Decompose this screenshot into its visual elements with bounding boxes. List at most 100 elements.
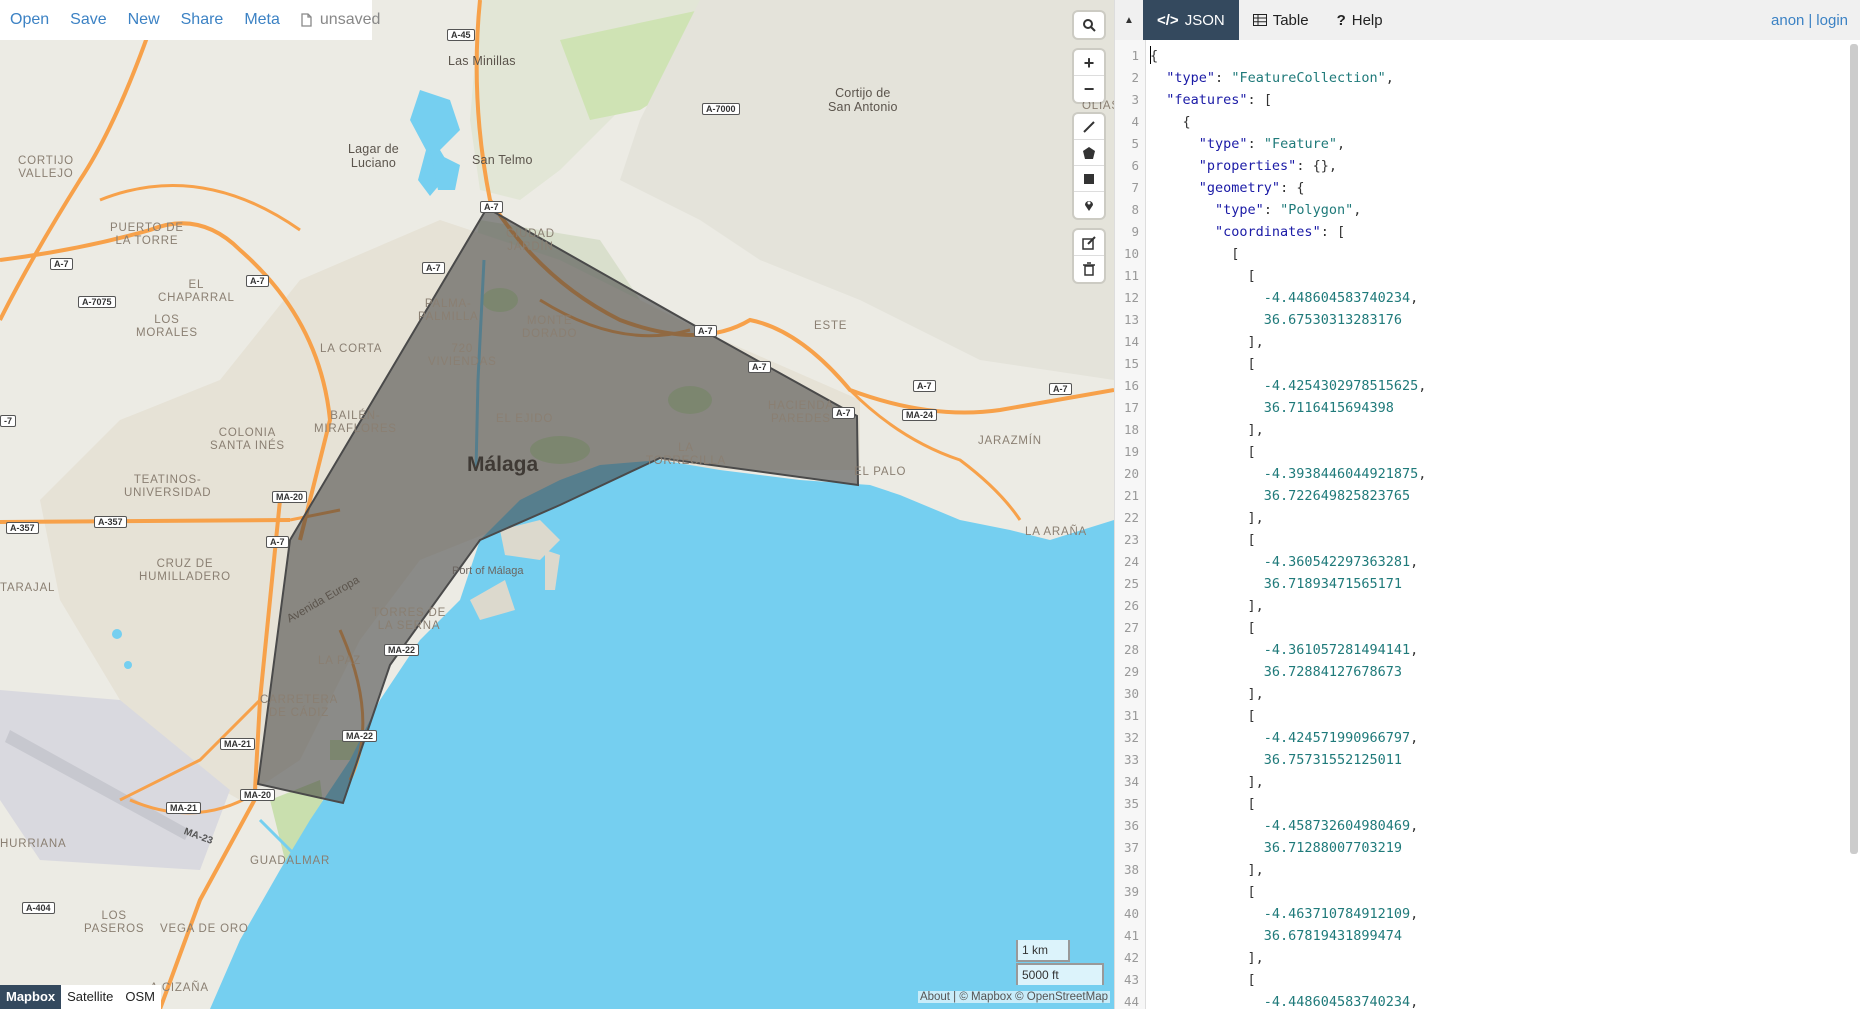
line-number: 37 [1123, 840, 1139, 855]
edit-layers-button[interactable] [1074, 230, 1104, 256]
label-port: Port of Málaga [452, 565, 524, 577]
line-number: 4 [1131, 114, 1139, 129]
road-shield: A-7 [246, 275, 269, 287]
code-line: "type": "Feature", [1198, 136, 1346, 152]
tab-json-label: JSON [1184, 11, 1225, 29]
line-number: 17 [1123, 400, 1139, 415]
line-number: 41 [1123, 928, 1139, 943]
code-line: -4.4254302978515625, [1263, 378, 1427, 394]
line-number: 14 [1123, 334, 1139, 349]
road-shield: MA-20 [240, 789, 276, 801]
road-shield: MA-24 [902, 409, 938, 421]
line-number: 43 [1123, 972, 1139, 987]
map-attribution[interactable]: About | © Mapbox © OpenStreetMap [917, 991, 1110, 1003]
tab-table[interactable]: Table [1239, 0, 1323, 40]
anon-link[interactable]: anon [1771, 12, 1804, 29]
road-shield: MA-21 [220, 738, 256, 750]
code-line: -4.448604583740234, [1263, 994, 1419, 1009]
line-number: 26 [1123, 598, 1139, 613]
zoom-in-icon: + [1083, 52, 1095, 73]
line-number: 15 [1123, 356, 1139, 371]
road-shield: A-7 [832, 407, 855, 419]
share-button[interactable]: Share [181, 11, 224, 29]
zoom-in-button[interactable]: + [1074, 50, 1104, 76]
json-editor[interactable]: 1 2 3 4 5 6 7 8 9 10 11 12 13 14 15 16 17 18 19 20 21 22 23 24 2… [1115, 40, 1860, 1009]
layer-switcher: Mapbox Satellite OSM [0, 985, 161, 1009]
line-number: 10 [1123, 246, 1139, 261]
code-line: ], [1150, 774, 1264, 790]
code-area[interactable]: { "type": "FeatureCollection", "features… [1146, 40, 1860, 1009]
draw-polygon-button[interactable] [1074, 140, 1104, 166]
code-line: "type": "Polygon", [1215, 202, 1362, 218]
code-line: "features": [ [1166, 92, 1272, 108]
label-el-chaparral: EL CHAPARRAL [158, 279, 235, 304]
line-number: 42 [1123, 950, 1139, 965]
code-line: ], [1150, 950, 1264, 966]
map-basemap[interactable] [0, 0, 1114, 1009]
layer-mapbox[interactable]: Mapbox [0, 985, 62, 1009]
save-button[interactable]: Save [70, 11, 106, 29]
code-line: "properties": {}, [1198, 158, 1337, 174]
save-status: unsaved [301, 11, 380, 29]
road-shield: A-45 [447, 29, 475, 41]
collapse-pane-button[interactable]: ▲ [1115, 0, 1143, 40]
road-shield: A-7 [422, 262, 445, 274]
code-line: [ [1150, 708, 1256, 724]
line-number: 11 [1123, 268, 1139, 283]
line-number: 12 [1123, 290, 1139, 305]
line-number: 36 [1123, 818, 1139, 833]
code-line: ], [1150, 686, 1264, 702]
line-number: 33 [1123, 752, 1139, 767]
code-line: "geometry": { [1198, 180, 1305, 196]
road-shield: A-7075 [78, 296, 116, 308]
layer-satellite[interactable]: Satellite [61, 985, 119, 1009]
label-puerto-torre: PUERTO DE LA TORRE [110, 222, 184, 247]
search-button[interactable] [1074, 12, 1104, 38]
new-button[interactable]: New [128, 11, 160, 29]
draw-line-button[interactable] [1074, 114, 1104, 140]
label-la-paz: LA PAZ [318, 655, 361, 667]
label-este: ESTE [814, 320, 848, 332]
label-malaga: Málaga [467, 453, 539, 476]
label-teatinos: TEATINOS- UNIVERSIDAD [124, 474, 212, 499]
line-number: 39 [1123, 884, 1139, 899]
line-number: 5 [1131, 136, 1139, 151]
map-canvas[interactable]: Las Minillas Cortijo de San Antonio Laga… [0, 0, 1114, 1009]
code-line: ], [1150, 862, 1264, 878]
line-number: 3 [1131, 92, 1139, 107]
line-number: 44 [1123, 994, 1139, 1009]
label-hurriana: HURRIANA [0, 838, 67, 850]
road-shield: A-7 [694, 325, 717, 337]
draw-rectangle-button[interactable] [1074, 166, 1104, 192]
label-palma-palmilla: PALMA- PALMILLA [418, 298, 479, 323]
file-icon [301, 13, 312, 27]
open-button[interactable]: Open [10, 11, 49, 29]
line-number-gutter: 1 2 3 4 5 6 7 8 9 10 11 12 13 14 15 16 17 18 19 20 21 22 23 24 2… [1115, 40, 1146, 1009]
draw-polygon-icon [1083, 146, 1095, 159]
tab-json[interactable]: </> JSON [1143, 0, 1239, 40]
zoom-out-button[interactable]: − [1074, 76, 1104, 102]
road-shield: A-357 [6, 522, 39, 534]
road-shield: A-357 [94, 516, 127, 528]
code-line: [ [1150, 246, 1240, 262]
search-control [1074, 12, 1104, 38]
edit-icon [1082, 235, 1096, 250]
draw-marker-button[interactable] [1074, 192, 1104, 218]
label-viviendas: 720 VIVIENDAS [428, 343, 497, 368]
user-separator: | [1808, 11, 1813, 29]
road-shield: -7 [0, 415, 17, 427]
line-number: 2 [1131, 70, 1139, 85]
layer-osm[interactable]: OSM [119, 985, 161, 1009]
code-icon: </> [1157, 11, 1179, 29]
login-link[interactable]: login [1816, 12, 1848, 29]
draw-line-icon [1083, 120, 1095, 133]
delete-layers-button[interactable] [1074, 256, 1104, 282]
tab-help[interactable]: ? Help [1323, 0, 1397, 40]
code-line: [ [1150, 796, 1256, 812]
meta-button[interactable]: Meta [244, 11, 280, 29]
code-line: 36.71893471565171 [1263, 576, 1402, 592]
code-line: [ [1150, 972, 1256, 988]
editor-scrollbar[interactable] [1850, 44, 1858, 854]
code-line: [ [1150, 884, 1256, 900]
code-line: 36.722649825823765 [1263, 488, 1411, 504]
